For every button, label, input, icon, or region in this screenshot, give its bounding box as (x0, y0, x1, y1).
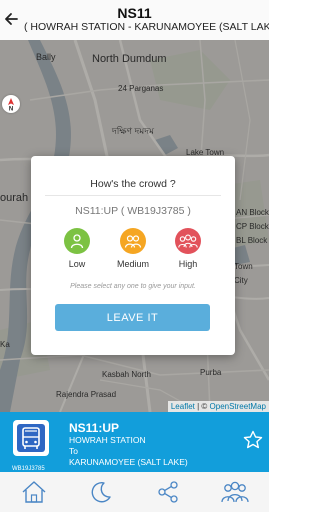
star-icon (243, 430, 263, 449)
favorite-button[interactable] (243, 430, 263, 450)
route-to: KARUNAMOYEE (SALT LAKE) (69, 457, 188, 467)
route-code: NS11:UP (69, 421, 120, 435)
moon-icon (91, 482, 111, 503)
leave-it-button[interactable]: LEAVE IT (55, 304, 210, 331)
crowd-option-medium[interactable]: Medium (108, 228, 158, 272)
crowd-medium-circle (120, 228, 146, 254)
three-people-icon (178, 234, 198, 248)
home-icon (22, 481, 46, 503)
route-from: HOWRAH STATION (69, 435, 146, 445)
single-person-icon (70, 234, 84, 249)
nav-home[interactable] (0, 472, 67, 512)
vehicle-id: NS11:UP ( WB19J3785 ) (75, 205, 191, 217)
crowd-medium-label: Medium (116, 259, 149, 269)
nav-night-mode[interactable] (67, 472, 134, 512)
bus-icon (13, 420, 49, 456)
route-subtitle: ( HOWRAH STATION - KARUNAMOYEE (SALT LAK… (24, 21, 269, 33)
compass-icon: N (8, 98, 14, 112)
page-title: NS11 (117, 5, 152, 21)
crowd-low-circle (64, 228, 90, 254)
two-people-icon (124, 235, 142, 248)
people-icon (221, 481, 250, 503)
dialog-title: How's the crowd ? (90, 178, 176, 190)
bottom-nav (0, 472, 269, 512)
nav-community[interactable] (202, 472, 269, 512)
compass-button[interactable]: N (2, 95, 20, 113)
share-icon (158, 481, 178, 503)
vehicle-info-bar[interactable]: WB19J3785 NS11:UP HOWRAH STATION To KARU… (0, 412, 269, 472)
attribution-separator: | © (194, 402, 210, 411)
map-attribution: Leaflet | © OpenStreetMap (167, 401, 269, 412)
osm-link[interactable]: OpenStreetMap (210, 402, 266, 411)
dialog-divider (45, 195, 221, 196)
compass-label: N (9, 107, 13, 112)
crowd-dialog: How's the crowd ? NS11:UP ( WB19J3785 ) … (31, 156, 235, 355)
dialog-hint: Please select any one to give your input… (70, 283, 196, 290)
crowd-option-high[interactable]: High (163, 228, 213, 272)
nav-share[interactable] (135, 472, 202, 512)
crowd-high-circle (175, 228, 201, 254)
bus-tile (12, 419, 50, 457)
app-header: NS11 ( HOWRAH STATION - KARUNAMOYEE (SAL… (0, 0, 269, 40)
crowd-option-low[interactable]: Low (52, 228, 102, 272)
route-to-label: To (69, 446, 78, 456)
leaflet-link[interactable]: Leaflet (171, 402, 195, 411)
crowd-low-label: Low (68, 259, 86, 269)
crowd-high-label: High (178, 259, 198, 269)
